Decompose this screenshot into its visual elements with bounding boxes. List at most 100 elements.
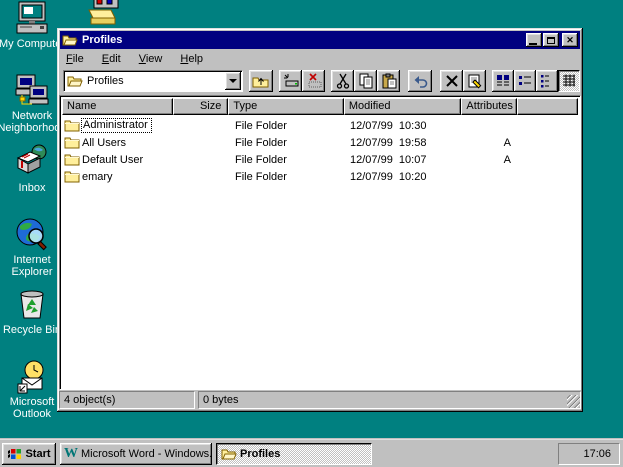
file-type: File Folder [229, 120, 345, 132]
up-one-level-button[interactable] [249, 70, 273, 92]
column-header-name[interactable]: Name [62, 98, 173, 115]
undo-button[interactable] [408, 70, 432, 92]
status-object-count: 4 object(s) [59, 391, 195, 409]
desktop-icon-recycle-bin[interactable]: Recycle Bin [2, 286, 62, 336]
desktop-icon-my-computer[interactable]: My Computer [2, 0, 62, 50]
disconnect-network-drive-button[interactable] [302, 70, 325, 92]
menu-bar: File Edit View Help [60, 50, 580, 67]
file-type: File Folder [229, 137, 345, 149]
column-headers: Name Size Type Modified Attributes [62, 98, 578, 115]
file-attributes: A [463, 137, 519, 149]
status-bar: 4 object(s) 0 bytes [59, 391, 581, 409]
column-header-size[interactable]: Size [173, 98, 229, 115]
menu-help[interactable]: Help [174, 52, 209, 66]
clock[interactable]: 17:06 [583, 448, 611, 460]
explorer-window: Profiles ✕ File Edit View Help Profiles [57, 28, 583, 412]
taskbar-button-profiles[interactable]: Profiles [216, 443, 372, 465]
list-view-icon [539, 73, 555, 89]
table-row[interactable]: emary File Folder 12/07/99 10:20 [62, 168, 578, 185]
internet-explorer-icon [14, 216, 50, 252]
desktop-icon-network-neighborhood[interactable]: Network Neighborhood [2, 72, 62, 134]
menu-file[interactable]: File [60, 52, 90, 66]
my-computer-icon [14, 0, 50, 36]
windows-logo-icon [7, 447, 22, 460]
column-header-stub[interactable] [517, 98, 578, 115]
file-name: emary [82, 171, 113, 183]
recycle-bin-icon [14, 286, 50, 322]
taskbar-button-label: Profiles [240, 448, 280, 460]
file-name: Administrator [82, 119, 151, 132]
desktop-icon-program[interactable] [75, 0, 131, 26]
table-row[interactable]: Default User File Folder 12/07/99 10:07 … [62, 151, 578, 168]
microsoft-outlook-icon [14, 358, 50, 394]
address-value: Profiles [87, 75, 242, 87]
toolbar: Profiles [60, 67, 580, 95]
file-name: All Users [82, 137, 126, 149]
maximize-button[interactable] [543, 33, 559, 47]
window-folder-icon [62, 33, 78, 47]
small-icons-button[interactable] [514, 70, 536, 92]
taskbar-button-word[interactable]: W Microsoft Word - Windows... [60, 443, 212, 465]
file-attributes: A [463, 154, 519, 166]
desktop-icon-internet-explorer[interactable]: Internet Explorer [2, 216, 62, 278]
table-row[interactable]: All Users File Folder 12/07/99 19:58 A [62, 134, 578, 151]
system-tray: 17:06 [558, 443, 620, 465]
table-row[interactable]: Administrator File Folder 12/07/99 10:30 [62, 117, 578, 134]
file-modified: 12/07/99 10:07 [345, 154, 463, 166]
folder-open-icon [67, 74, 83, 88]
start-button[interactable]: Start [2, 443, 56, 465]
start-label: Start [25, 448, 50, 460]
details-view-button[interactable] [558, 70, 580, 92]
folder-icon [64, 170, 80, 183]
address-combobox[interactable]: Profiles [63, 70, 243, 92]
folder-open-icon [221, 447, 237, 461]
small-icons-icon [517, 73, 533, 89]
resize-grip[interactable] [567, 395, 580, 408]
file-modified: 12/07/99 19:58 [345, 137, 463, 149]
status-bytes: 0 bytes [198, 391, 581, 409]
taskbar: Start W Microsoft Word - Windows... Prof… [0, 439, 623, 467]
large-icons-icon [495, 73, 511, 89]
delete-button[interactable] [440, 70, 463, 92]
file-name: Default User [82, 154, 143, 166]
paste-button[interactable] [377, 70, 400, 92]
taskbar-button-label: Microsoft Word - Windows... [81, 448, 212, 460]
file-type: File Folder [229, 154, 345, 166]
up-one-level-icon [252, 73, 270, 89]
map-network-drive-icon [283, 73, 299, 89]
disconnect-network-drive-icon [306, 73, 322, 89]
minimize-button[interactable] [526, 33, 542, 47]
cut-button[interactable] [331, 70, 354, 92]
folder-icon [64, 153, 80, 166]
file-modified: 12/07/99 10:20 [345, 171, 463, 183]
list-view-button[interactable] [536, 70, 558, 92]
cut-icon [336, 73, 350, 89]
window-title: Profiles [82, 34, 525, 46]
close-button[interactable]: ✕ [562, 33, 578, 47]
menu-view[interactable]: View [133, 52, 169, 66]
combobox-dropdown-button[interactable] [225, 72, 241, 90]
properties-button[interactable] [463, 70, 486, 92]
map-network-drive-button[interactable] [279, 70, 302, 92]
paste-icon [381, 73, 397, 89]
copy-button[interactable] [354, 70, 377, 92]
undo-icon [412, 74, 428, 88]
file-type: File Folder [229, 171, 345, 183]
details-view-icon [561, 73, 577, 89]
desktop-icon-inbox[interactable]: Inbox [2, 144, 62, 194]
file-list-panel: Name Size Type Modified Attributes Admin… [59, 95, 581, 390]
copy-icon [358, 73, 374, 89]
column-header-attributes[interactable]: Attributes [461, 98, 517, 115]
menu-edit[interactable]: Edit [96, 52, 127, 66]
properties-icon [467, 73, 483, 89]
desktop-icon-microsoft-outlook[interactable]: Microsoft Outlook [2, 358, 62, 420]
title-bar[interactable]: Profiles ✕ [60, 31, 580, 49]
inbox-icon [14, 144, 50, 180]
delete-icon [445, 74, 459, 88]
program-window-icon [85, 0, 121, 26]
large-icons-button[interactable] [492, 70, 514, 92]
column-header-type[interactable]: Type [228, 98, 344, 115]
column-header-modified[interactable]: Modified [344, 98, 462, 115]
word-icon: W [64, 447, 78, 461]
network-neighborhood-icon [14, 72, 50, 108]
